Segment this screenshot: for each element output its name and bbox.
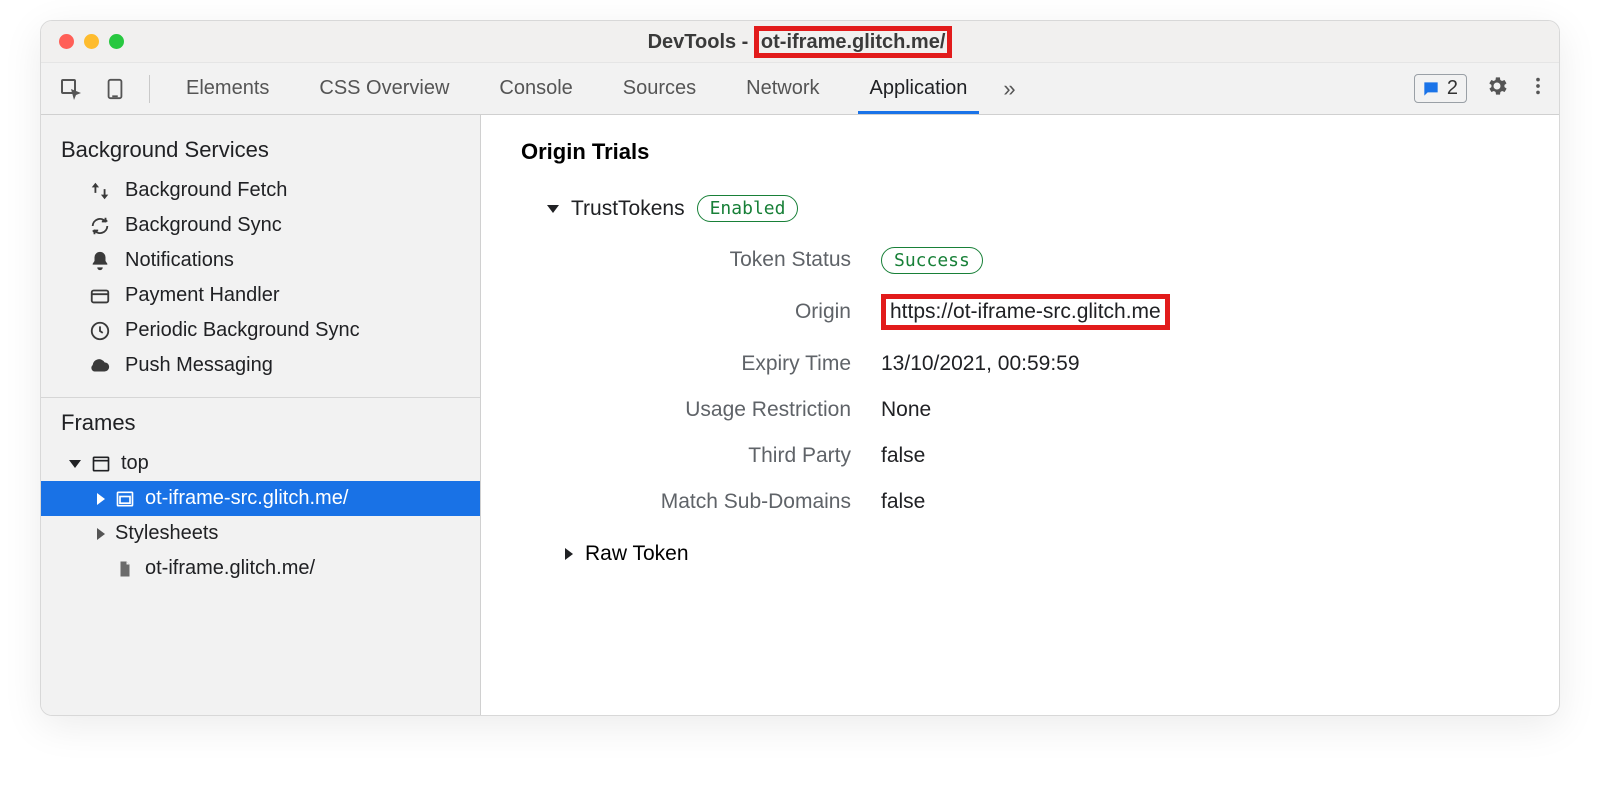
frame-doc[interactable]: ot-iframe.glitch.me/ bbox=[41, 551, 480, 586]
kv-grid: Token Status Success Origin https://ot-i… bbox=[561, 248, 1519, 514]
caret-down-icon bbox=[69, 460, 81, 468]
tab-label: CSS Overview bbox=[319, 77, 449, 100]
tab-console[interactable]: Console bbox=[477, 63, 594, 114]
frame-top[interactable]: top bbox=[41, 446, 480, 481]
trial-name: TrustTokens bbox=[571, 197, 685, 221]
tab-application[interactable]: Application bbox=[848, 63, 990, 114]
tab-sources[interactable]: Sources bbox=[601, 63, 718, 114]
tab-label: Network bbox=[746, 77, 819, 100]
value-third-party: false bbox=[881, 444, 1519, 468]
sidebar-heading-frames: Frames bbox=[41, 410, 480, 446]
sidebar-item-label: Background Fetch bbox=[125, 179, 287, 202]
frames-section: Frames top ot-iframe-src.glitch.me/ Styl… bbox=[41, 397, 480, 586]
trial-row[interactable]: TrustTokens Enabled bbox=[547, 195, 1519, 222]
label-token-status: Token Status bbox=[561, 248, 881, 272]
label-usage: Usage Restriction bbox=[561, 398, 881, 422]
sync-icon bbox=[89, 215, 111, 237]
label-match-sub: Match Sub-Domains bbox=[561, 490, 881, 514]
raw-token-label: Raw Token bbox=[585, 542, 689, 566]
sidebar-item-periodic-sync[interactable]: Periodic Background Sync bbox=[41, 313, 480, 348]
bell-icon bbox=[89, 250, 111, 272]
window-title: DevTools - ot-iframe.glitch.me/ bbox=[41, 26, 1559, 58]
frame-iframe-selected[interactable]: ot-iframe-src.glitch.me/ bbox=[41, 481, 480, 516]
toolbar-right: 2 bbox=[1414, 74, 1549, 103]
window-icon bbox=[91, 454, 111, 474]
minimize-window-button[interactable] bbox=[84, 34, 99, 49]
devtools-window: DevTools - ot-iframe.glitch.me/ Elements… bbox=[40, 20, 1560, 716]
label-expiry: Expiry Time bbox=[561, 352, 881, 376]
value-match-sub: false bbox=[881, 490, 1519, 514]
title-prefix: DevTools - bbox=[648, 31, 754, 53]
origin-highlight: https://ot-iframe-src.glitch.me bbox=[881, 294, 1170, 330]
kebab-menu-icon[interactable] bbox=[1527, 75, 1549, 102]
sidebar-item-label: Background Sync bbox=[125, 214, 282, 237]
caret-right-icon bbox=[565, 548, 573, 560]
divider bbox=[149, 75, 150, 103]
caret-right-icon bbox=[97, 493, 105, 505]
issues-count: 2 bbox=[1447, 77, 1458, 100]
toolbar: Elements CSS Overview Console Sources Ne… bbox=[41, 63, 1559, 115]
settings-icon[interactable] bbox=[1485, 74, 1509, 103]
value-origin: https://ot-iframe-src.glitch.me bbox=[881, 294, 1519, 330]
device-toggle-icon[interactable] bbox=[95, 69, 135, 109]
close-window-button[interactable] bbox=[59, 34, 74, 49]
tab-network[interactable]: Network bbox=[724, 63, 841, 114]
label-third-party: Third Party bbox=[561, 444, 881, 468]
sidebar-heading-background-services: Background Services bbox=[41, 129, 480, 173]
tree-label: Stylesheets bbox=[115, 522, 218, 545]
tab-elements[interactable]: Elements bbox=[164, 63, 291, 114]
title-url-highlight: ot-iframe.glitch.me/ bbox=[754, 26, 952, 58]
sidebar-item-payment-handler[interactable]: Payment Handler bbox=[41, 278, 480, 313]
tree-label: ot-iframe.glitch.me/ bbox=[145, 557, 315, 580]
caret-down-icon bbox=[547, 205, 559, 213]
raw-token-row[interactable]: Raw Token bbox=[565, 542, 1519, 566]
status-badge: Enabled bbox=[697, 195, 799, 222]
sidebar-item-label: Periodic Background Sync bbox=[125, 319, 360, 342]
message-icon bbox=[1421, 79, 1441, 99]
file-icon bbox=[115, 560, 135, 578]
tree-label: top bbox=[121, 452, 149, 475]
status-badge: Success bbox=[881, 247, 983, 274]
issues-counter[interactable]: 2 bbox=[1414, 74, 1467, 103]
tab-strip: Elements CSS Overview Console Sources Ne… bbox=[164, 63, 989, 114]
caret-right-icon bbox=[97, 528, 105, 540]
window-controls bbox=[59, 34, 124, 49]
value-usage: None bbox=[881, 398, 1519, 422]
main-title: Origin Trials bbox=[521, 139, 1519, 165]
sidebar-item-background-fetch[interactable]: Background Fetch bbox=[41, 173, 480, 208]
frame-stylesheets[interactable]: Stylesheets bbox=[41, 516, 480, 551]
label-origin: Origin bbox=[561, 300, 881, 324]
iframe-icon bbox=[115, 489, 135, 509]
tab-label: Sources bbox=[623, 77, 696, 100]
clock-icon bbox=[89, 320, 111, 342]
value-expiry: 13/10/2021, 00:59:59 bbox=[881, 352, 1519, 376]
more-tabs-icon[interactable]: » bbox=[1003, 76, 1015, 102]
sidebar-item-background-sync[interactable]: Background Sync bbox=[41, 208, 480, 243]
sidebar-item-label: Push Messaging bbox=[125, 354, 273, 377]
sidebar-item-push-messaging[interactable]: Push Messaging bbox=[41, 348, 480, 383]
sidebar: Background Services Background Fetch Bac… bbox=[41, 115, 481, 715]
tab-css-overview[interactable]: CSS Overview bbox=[297, 63, 471, 114]
value-token-status: Success bbox=[881, 248, 1519, 272]
maximize-window-button[interactable] bbox=[109, 34, 124, 49]
titlebar: DevTools - ot-iframe.glitch.me/ bbox=[41, 21, 1559, 63]
sidebar-item-notifications[interactable]: Notifications bbox=[41, 243, 480, 278]
main-panel: Origin Trials TrustTokens Enabled Token … bbox=[481, 115, 1559, 715]
sidebar-item-label: Payment Handler bbox=[125, 284, 280, 307]
body: Background Services Background Fetch Bac… bbox=[41, 115, 1559, 715]
tab-label: Elements bbox=[186, 77, 269, 100]
cloud-icon bbox=[89, 355, 111, 377]
tab-label: Console bbox=[499, 77, 572, 100]
inspect-element-icon[interactable] bbox=[51, 69, 91, 109]
tree-label: ot-iframe-src.glitch.me/ bbox=[145, 487, 348, 510]
updown-icon bbox=[89, 180, 111, 202]
card-icon bbox=[89, 285, 111, 307]
tab-label: Application bbox=[870, 77, 968, 100]
sidebar-item-label: Notifications bbox=[125, 249, 234, 272]
